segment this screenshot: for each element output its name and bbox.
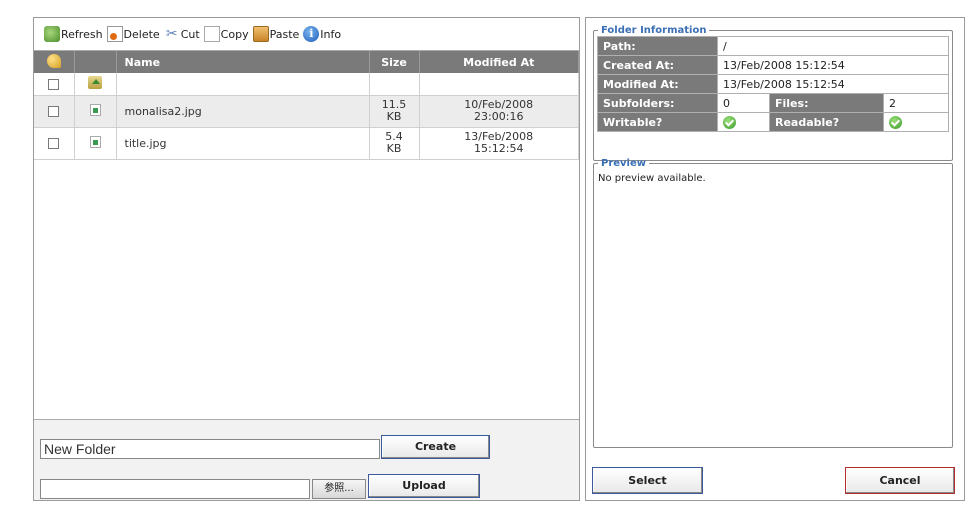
modified-at-value: 13/Feb/2008 15:12:54 xyxy=(717,74,949,94)
file-modified: 13/Feb/2008 15:12:54 xyxy=(419,127,579,160)
info-button[interactable]: i Info xyxy=(303,24,341,44)
info-label: Info xyxy=(320,27,342,41)
delete-label: Delete xyxy=(123,27,160,41)
created-at-value: 13/Feb/2008 15:12:54 xyxy=(717,55,949,75)
delete-icon xyxy=(106,26,123,42)
file-size-unit: KB xyxy=(386,110,402,123)
paste-icon xyxy=(252,26,269,42)
refresh-label: Refresh xyxy=(61,27,103,41)
file-name: title.jpg xyxy=(116,127,370,160)
type-column-header xyxy=(74,51,117,73)
check-icon xyxy=(889,115,902,129)
modified-at-label: Modified At: xyxy=(597,74,718,94)
file-table: Name Size Modified At monalisa2.jpg 11.5… xyxy=(34,51,579,160)
created-at-label: Created At: xyxy=(597,55,718,75)
writable-value xyxy=(717,112,770,132)
modified-column-header[interactable]: Modified At xyxy=(419,51,579,73)
subfolders-value: 0 xyxy=(717,93,770,113)
delete-button[interactable]: Delete xyxy=(106,24,160,44)
folder-information-legend: Folder Information xyxy=(601,25,707,36)
folder-info-table: Path: / Created At: 13/Feb/2008 15:12:54… xyxy=(597,36,949,132)
table-row[interactable]: title.jpg 5.4 KB 13/Feb/2008 15:12:54 xyxy=(34,127,579,160)
file-size-unit: KB xyxy=(386,142,402,155)
path-value: / xyxy=(717,36,949,56)
file-modified: 10/Feb/2008 23:00:16 xyxy=(419,95,579,128)
folder-up-icon xyxy=(88,75,102,89)
file-modified xyxy=(419,73,579,96)
select-button[interactable]: Select xyxy=(592,467,703,494)
check-icon xyxy=(723,115,736,129)
folder-information-group: Folder Information Path: / Created At: 1… xyxy=(593,25,953,161)
paste-label: Paste xyxy=(269,27,300,41)
preview-legend: Preview xyxy=(601,158,647,169)
copy-icon xyxy=(203,26,220,42)
details-panel: Folder Information Path: / Created At: 1… xyxy=(585,17,965,501)
table-row-parent[interactable] xyxy=(34,73,579,96)
table-row[interactable]: monalisa2.jpg 11.5 KB 10/Feb/2008 23:00:… xyxy=(34,95,579,128)
readable-label: Readable? xyxy=(769,112,884,132)
info-icon: i xyxy=(303,26,320,42)
refresh-icon xyxy=(44,26,60,42)
files-label: Files: xyxy=(769,93,884,113)
files-value: 2 xyxy=(883,93,949,113)
paste-button[interactable]: Paste xyxy=(252,24,300,44)
image-file-icon xyxy=(89,103,101,116)
key-icon xyxy=(46,53,61,68)
copy-button[interactable]: Copy xyxy=(203,24,249,44)
row-checkbox[interactable] xyxy=(48,138,60,149)
cancel-button[interactable]: Cancel xyxy=(845,467,955,494)
subfolders-label: Subfolders: xyxy=(597,93,718,113)
file-name xyxy=(116,73,370,96)
file-table-header: Name Size Modified At xyxy=(34,51,579,73)
file-browser-panel: Refresh Delete ✂ Cut Copy Paste i Info N… xyxy=(33,17,580,501)
new-folder-name-input[interactable] xyxy=(40,439,380,459)
folder-upload-area: Create 参照... Upload xyxy=(34,420,579,500)
file-modified-time: 15:12:54 xyxy=(474,142,524,155)
file-size: 5.4 KB xyxy=(369,127,420,160)
readable-value xyxy=(883,112,949,132)
path-label: Path: xyxy=(597,36,718,56)
preview-group: Preview No preview available. xyxy=(593,158,953,448)
image-file-icon xyxy=(89,135,101,148)
file-size: 11.5 KB xyxy=(369,95,420,128)
upload-button[interactable]: Upload xyxy=(368,474,480,498)
writable-label: Writable? xyxy=(597,112,718,132)
file-list: Name Size Modified At monalisa2.jpg 11.5… xyxy=(34,50,579,420)
file-modified-time: 23:00:16 xyxy=(474,110,524,123)
select-all-header[interactable] xyxy=(34,51,75,73)
upload-file-path-input[interactable] xyxy=(40,479,310,499)
size-column-header[interactable]: Size xyxy=(369,51,420,73)
preview-message: No preview available. xyxy=(598,173,706,184)
name-column-header[interactable]: Name xyxy=(116,51,370,73)
cut-icon: ✂ xyxy=(165,26,178,42)
toolbar: Refresh Delete ✂ Cut Copy Paste i Info xyxy=(34,18,579,50)
browse-button[interactable]: 参照... xyxy=(312,479,366,499)
cut-label: Cut xyxy=(180,27,200,41)
cut-button[interactable]: ✂ Cut xyxy=(164,24,200,44)
row-checkbox[interactable] xyxy=(48,106,60,117)
refresh-button[interactable]: Refresh xyxy=(44,24,103,44)
copy-label: Copy xyxy=(220,27,249,41)
file-name: monalisa2.jpg xyxy=(116,95,370,128)
create-folder-button[interactable]: Create xyxy=(381,435,490,459)
row-checkbox[interactable] xyxy=(48,78,60,90)
file-size xyxy=(369,73,420,96)
